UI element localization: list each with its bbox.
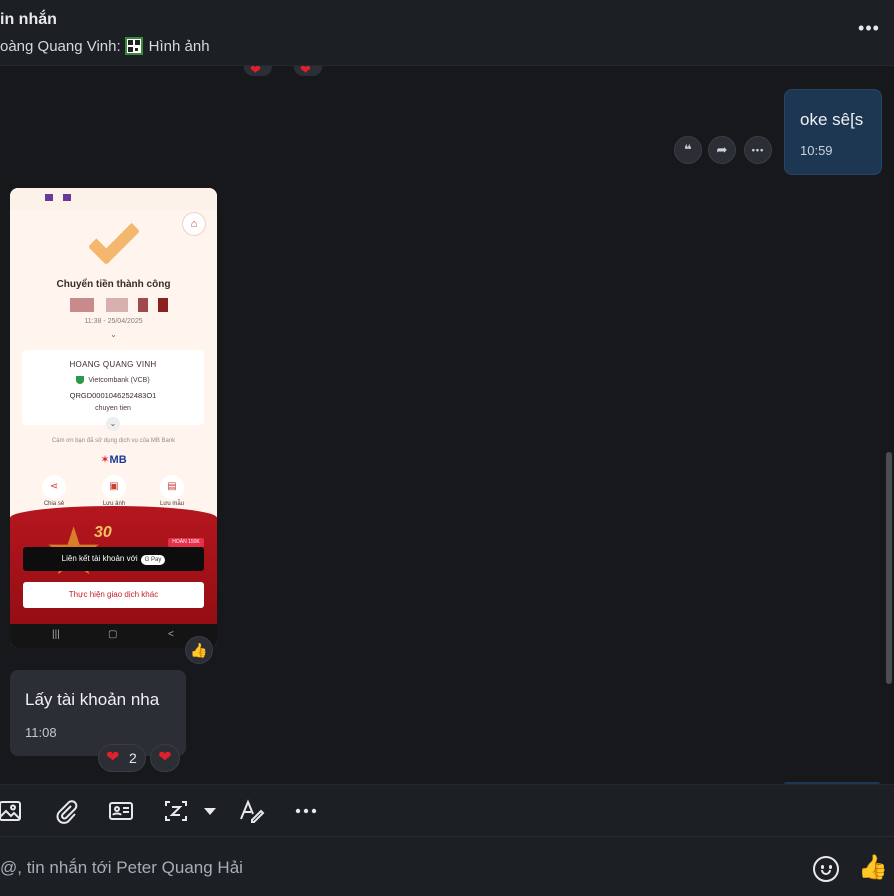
thumbs-up-icon: 👍 — [190, 642, 208, 658]
add-reaction-button[interactable]: ❤ — [150, 744, 180, 772]
transfer-note: chuyen tien — [95, 405, 131, 412]
link-account-label: Liên kết tài khoản với — [61, 554, 138, 563]
composer-toolbar — [0, 784, 894, 836]
message-text: oke sê[s — [800, 110, 864, 129]
scrollbar[interactable] — [886, 452, 892, 684]
transfer-datetime: 11:38 - 25/04/2025 — [84, 318, 143, 325]
add-reaction-partial[interactable]: ❤ — [294, 66, 322, 77]
share-label: Chia sẻ — [43, 501, 65, 507]
incoming-message[interactable]: Lấy tài khoản nha 11:08 — [10, 670, 186, 756]
save-template-icon: ▤ — [160, 475, 184, 499]
reaction-count-pill[interactable]: ❤ 2 — [98, 744, 146, 772]
blurred-amount — [138, 298, 148, 312]
link-account-button: Liên kết tài khoản với G Pay — [23, 547, 204, 571]
transfer-success-title: Chuyển tiền thành công — [56, 279, 171, 290]
gpay-icon: G Pay — [140, 555, 166, 565]
forward-icon: ➦ — [716, 142, 728, 157]
thumbs-up-send-icon[interactable]: 👍 — [858, 854, 888, 882]
heart-icon: ❤ — [250, 66, 261, 77]
conversation-title: in nhắn — [0, 11, 57, 28]
image-thumbnail-icon — [124, 37, 143, 55]
chevron-down-icon: ⌄ — [110, 330, 117, 339]
quote-button[interactable]: ❝ — [674, 136, 702, 164]
recipient-bank: Vietcombank (VCB) — [22, 376, 204, 384]
share-icon: ⋖ — [42, 475, 66, 499]
expand-icon: ⌄ — [106, 417, 120, 431]
outgoing-message[interactable]: oke sê[s 10:59 — [784, 89, 882, 175]
more-tools-icon[interactable] — [292, 797, 320, 825]
chat-header: in nhắn oàng Quang Vinh: Hình ảnh ••• — [0, 0, 894, 66]
transaction-code: QRGD0001046252483O1 — [69, 391, 157, 400]
message-input[interactable] — [0, 857, 780, 879]
bank-shield-icon — [76, 376, 85, 384]
contact-card-icon[interactable] — [107, 797, 135, 825]
paperclip-icon[interactable] — [52, 797, 80, 825]
last-message-type: Hình ảnh — [148, 37, 210, 55]
reaction-count: 2 — [129, 750, 137, 766]
composer: 👍 — [0, 836, 894, 896]
home-icon: ⌂ — [182, 212, 206, 236]
success-check-icon — [87, 212, 141, 266]
recipient-bank-name: Vietcombank (VCB) — [88, 376, 150, 384]
mb-bank-logo: ✶MB — [100, 454, 127, 466]
like-reaction-button[interactable]: 👍 — [185, 636, 213, 664]
reaction-pill-partial[interactable]: ❤ — [244, 66, 272, 77]
screenshot-icon[interactable] — [162, 797, 190, 825]
other-transaction-button: Thực hiện giao dịch khác — [23, 582, 204, 608]
chevron-down-icon[interactable] — [196, 797, 216, 825]
home-button-icon: ▢ — [108, 629, 118, 640]
message-time: 10:59 — [800, 143, 833, 158]
blurred-amount — [106, 298, 128, 312]
message-text: Lấy tài khoản nha — [25, 690, 160, 709]
heart-icon: ❤ — [158, 749, 172, 766]
thanks-text: Cám ơn bạn đã sử dụng dịch vụ của MB Ban… — [51, 438, 176, 444]
recipient-name: HOANG QUANG VINH — [69, 360, 157, 369]
blurred-amount — [70, 298, 94, 312]
heart-icon: ❤ — [300, 66, 311, 77]
last-message-preview: oàng Quang Vinh: Hình ảnh — [0, 37, 210, 55]
promo-number: 30 — [94, 524, 112, 541]
text-format-icon[interactable] — [237, 797, 265, 825]
promo-badge: HOÀN 150K — [168, 538, 204, 547]
back-icon: < — [168, 629, 174, 640]
last-sender-name: oàng Quang Vinh: — [0, 37, 121, 55]
recent-apps-icon: ||| — [52, 629, 60, 640]
save-template-label: Lưu mẫu — [159, 501, 185, 507]
quote-icon: ❝ — [684, 142, 692, 157]
more-icon: ••• — [751, 145, 765, 155]
more-options-icon[interactable]: ••• — [858, 19, 880, 42]
forward-button[interactable]: ➦ — [708, 136, 736, 164]
heart-icon: ❤ — [106, 749, 120, 766]
save-image-icon: ▣ — [102, 475, 126, 499]
emoji-icon[interactable] — [813, 856, 839, 882]
message-time: 11:08 — [25, 725, 57, 740]
phone-status-bar — [10, 188, 217, 210]
save-image-label: Lưu ảnh — [102, 501, 126, 507]
image-message[interactable]: ⌂ Chuyển tiền thành công 11:38 - 25/04/2… — [10, 188, 217, 648]
mb-brand-text: MB — [109, 454, 127, 466]
blurred-amount — [158, 298, 168, 312]
transfer-details-card: HOANG QUANG VINH Vietcombank (VCB) QRGD0… — [22, 350, 204, 431]
message-more-button[interactable]: ••• — [744, 136, 772, 164]
image-icon[interactable] — [0, 797, 24, 825]
message-list[interactable]: ❤ ❤ ❝ ➦ ••• oke sê[s 10:59 ⌂ Chuyển tiền… — [0, 66, 882, 784]
